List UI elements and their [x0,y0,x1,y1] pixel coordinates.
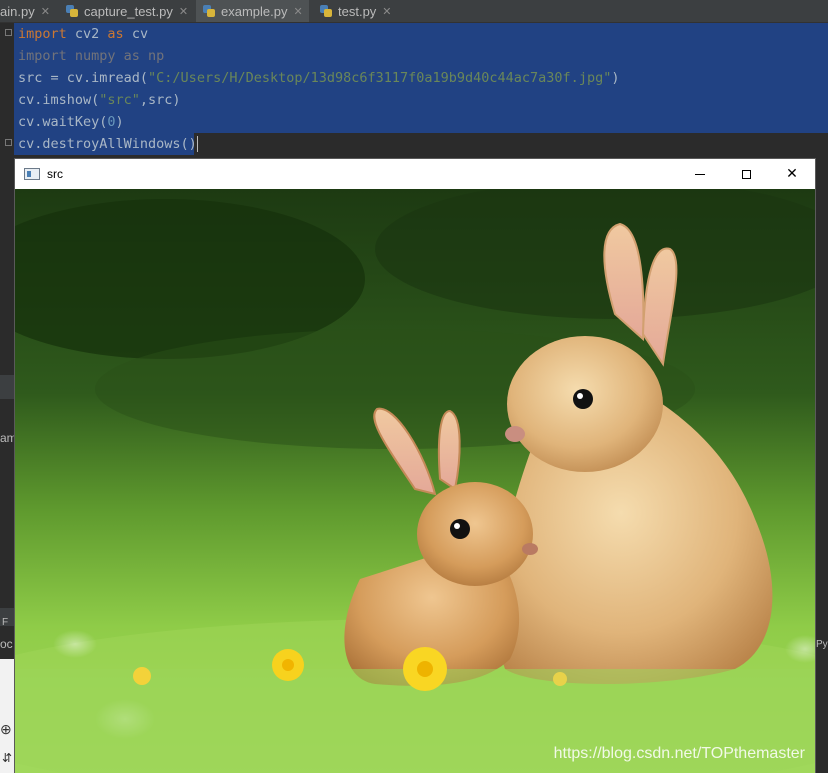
opencv-window[interactable]: src ✕ https://blog.csdn.net/TOPthemaster [14,158,816,773]
code-line-2[interactable]: import numpy as np [18,45,164,67]
window-controls: ✕ [677,159,815,189]
identifier: cv2 [66,26,108,42]
code-line-4[interactable]: cv.imshow("src",src) [18,89,181,111]
unused-import: import numpy as np [18,48,165,64]
string-literal: "C:/Users/H/Desktop/13d98c6f3117f0a19b9d… [148,70,612,86]
fold-icon[interactable] [5,139,12,146]
code-line-5[interactable]: cv.waitKey(0) [18,111,124,133]
python-file-icon [65,4,79,18]
string-literal: "src" [99,92,140,108]
settings-icon[interactable]: ⇵ [2,751,12,765]
minimize-button[interactable] [677,159,723,189]
minimize-icon [695,173,705,175]
code-text: ) [115,114,124,130]
interpreter-fragment: Py [816,639,828,650]
code-line-6[interactable]: cv.destroyAllWindows() [18,133,198,155]
tab-example[interactable]: example.py ✕ [196,0,309,22]
window-title: src [47,167,63,181]
tool-window-bar [0,375,14,399]
code-line-1[interactable]: import cv2 as cv [18,23,148,45]
watermark-text: https://blog.csdn.net/TOPthemaster [553,745,805,762]
tab-test[interactable]: test.py ✕ [319,0,392,22]
window-title-bar[interactable]: src ✕ [15,159,815,189]
status-fragment: oc [0,637,13,651]
python-file-icon [202,4,216,18]
keyword: as [107,26,124,42]
python-file-icon [319,4,333,18]
fold-icon[interactable] [5,29,12,36]
number-literal: 0 [107,114,116,130]
window-app-icon [24,168,40,180]
tab-label: ain.py [0,3,35,19]
close-icon[interactable]: ✕ [382,5,391,18]
close-button[interactable]: ✕ [769,159,815,189]
maximize-icon [741,169,751,179]
identifier: cv [123,26,149,42]
text-caret [196,136,198,152]
code-text: cv.waitKey( [18,114,108,130]
keyword: import [18,26,67,42]
code-text: cv.imshow( [18,92,100,108]
code-text: cv.destroyAllWindows() [18,136,197,152]
code-text: src = cv.imread( [18,70,149,86]
code-text: ,src) [139,92,181,108]
displayed-image: https://blog.csdn.net/TOPthemaster [15,189,815,773]
panel-fragment: F [2,617,9,628]
close-icon[interactable]: ✕ [179,5,188,18]
code-line-3[interactable]: src = cv.imread("C:/Users/H/Desktop/13d9… [18,67,619,89]
code-text: ) [611,70,620,86]
tab-label: example.py [221,3,288,19]
editor-tab-bar: ain.py ✕ capture_test.py ✕ example.py ✕ … [0,0,828,23]
close-icon: ✕ [786,166,798,182]
tab-label: capture_test.py [84,3,173,19]
rabbits-photo [15,189,815,773]
maximize-button[interactable] [723,159,769,189]
tab-main[interactable]: ain.py ✕ [0,0,50,22]
tab-capture-test[interactable]: capture_test.py ✕ [65,0,188,22]
crosshair-icon[interactable]: ⊕ [0,721,12,738]
tab-label: test.py [338,3,377,19]
close-icon[interactable]: ✕ [293,5,302,18]
close-icon[interactable]: ✕ [41,5,50,18]
